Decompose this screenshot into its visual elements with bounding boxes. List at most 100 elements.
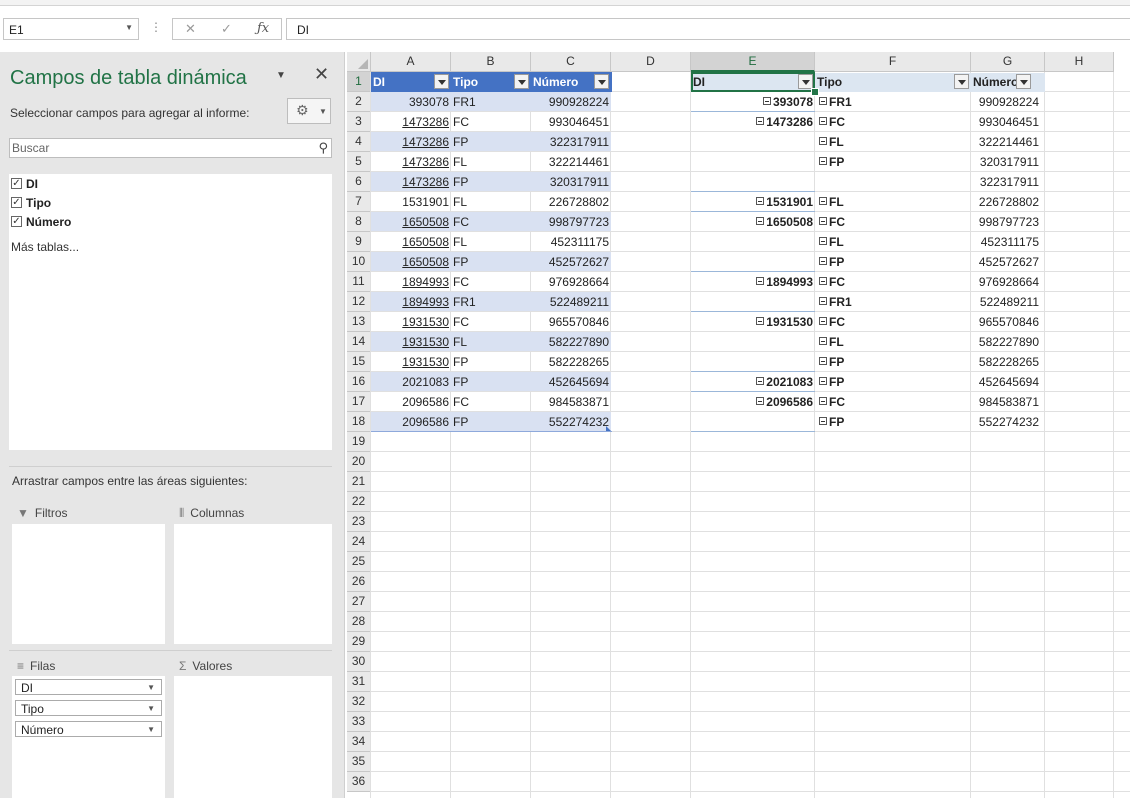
collapse-icon[interactable] <box>819 357 827 365</box>
pivot-row-di[interactable]: 393078 <box>691 92 815 112</box>
pivot-row-numero[interactable]: 976928664 <box>971 272 1041 292</box>
table-cell-di[interactable]: 1473286 <box>371 152 451 172</box>
fill-handle[interactable] <box>811 88 819 96</box>
collapse-icon[interactable] <box>762 97 771 105</box>
row-header[interactable]: 28 <box>347 612 371 632</box>
collapse-icon[interactable] <box>819 317 827 325</box>
worksheet-grid[interactable]: ABCDEFGH 1 2 3 4 5 6 7 8 9 10 11 12 13 14 15 16 17 18 19 20… <box>347 52 1130 798</box>
chevron-down-icon[interactable]: ▼ <box>147 725 155 734</box>
row-header[interactable]: 34 <box>347 732 371 752</box>
row-header[interactable]: 29 <box>347 632 371 652</box>
collapse-icon[interactable] <box>819 117 827 125</box>
row-header[interactable]: 14 <box>347 332 371 352</box>
pivot-row-tipo[interactable]: FC <box>817 312 971 332</box>
table-cell-tipo[interactable]: FP <box>451 412 531 432</box>
select-all-button[interactable] <box>347 52 371 72</box>
pivot-row-tipo[interactable]: FP <box>817 252 971 272</box>
table-cell-di[interactable]: 1894993 <box>371 272 451 292</box>
table-cell-numero[interactable]: 998797723 <box>531 212 611 232</box>
table-cell-tipo[interactable]: FL <box>451 332 531 352</box>
table-cell-numero[interactable]: 522489211 <box>531 292 611 312</box>
columns-drop-area[interactable] <box>174 524 332 644</box>
column-header-h[interactable]: H <box>1045 52 1114 72</box>
table-cell-numero[interactable]: 582228265 <box>531 352 611 372</box>
pivot-row-tipo[interactable]: FP <box>817 412 971 432</box>
pivot-row-tipo[interactable]: FC <box>817 212 971 232</box>
column-header-f[interactable]: F <box>815 52 971 72</box>
table-cell-numero[interactable]: 965570846 <box>531 312 611 332</box>
row-header[interactable]: 33 <box>347 712 371 732</box>
chevron-down-icon[interactable]: ▼ <box>147 704 155 713</box>
column-header-g[interactable]: G <box>971 52 1045 72</box>
values-drop-area[interactable] <box>174 676 332 798</box>
collapse-icon[interactable] <box>819 417 827 425</box>
check-icon[interactable]: ✓ <box>221 21 232 37</box>
pivot-row-di[interactable]: 1473286 <box>691 112 815 132</box>
pivot-row-tipo[interactable]: FC <box>817 272 971 292</box>
pivot-row-numero[interactable]: 582227890 <box>971 332 1041 352</box>
row-field-tipo[interactable]: Tipo ▼ <box>15 700 162 716</box>
row-header[interactable]: 7 <box>347 192 371 212</box>
row-header[interactable]: 6 <box>347 172 371 192</box>
table-cell-tipo[interactable]: FR1 <box>451 92 531 112</box>
collapse-icon[interactable] <box>819 217 827 225</box>
table-cell-numero[interactable]: 984583871 <box>531 392 611 412</box>
table-cell-tipo[interactable]: FC <box>451 312 531 332</box>
pivot-row-numero[interactable]: 998797723 <box>971 212 1041 232</box>
chevron-down-icon[interactable]: ▼ <box>147 683 155 692</box>
row-header[interactable]: 1 <box>347 72 371 92</box>
row-header[interactable]: 18 <box>347 412 371 432</box>
row-header[interactable]: 2 <box>347 92 371 112</box>
column-header-e[interactable]: E <box>691 52 815 72</box>
pivot-row-tipo[interactable]: FL <box>817 332 971 352</box>
row-header[interactable]: 16 <box>347 372 371 392</box>
table-cell-numero[interactable]: 452645694 <box>531 372 611 392</box>
filters-drop-area[interactable] <box>12 524 165 644</box>
table-cell-numero[interactable]: 990928224 <box>531 92 611 112</box>
checkbox-checked-icon[interactable]: ✓ <box>11 197 22 209</box>
pivot-row-numero[interactable]: 320317911 <box>971 152 1041 172</box>
row-header[interactable]: 24 <box>347 532 371 552</box>
table-cell-numero[interactable]: 552274232 <box>531 412 611 432</box>
pivot-row-tipo[interactable]: FR1 <box>817 292 971 312</box>
row-header[interactable]: 30 <box>347 652 371 672</box>
search-icon[interactable]: ⚲ <box>318 140 328 156</box>
table-cell-numero[interactable]: 993046451 <box>531 112 611 132</box>
table-cell-di[interactable]: 1931530 <box>371 312 451 332</box>
collapse-icon[interactable] <box>756 217 765 225</box>
table-cell-tipo[interactable]: FP <box>451 372 531 392</box>
chevron-down-icon[interactable]: ▼ <box>125 23 133 32</box>
table-cell-numero[interactable]: 452311175 <box>531 232 611 252</box>
table-cell-di[interactable]: 2021083 <box>371 372 451 392</box>
collapse-icon[interactable] <box>819 337 827 345</box>
table-cell-numero[interactable]: 322214461 <box>531 152 611 172</box>
row-header[interactable]: 9 <box>347 232 371 252</box>
row-header[interactable]: 31 <box>347 672 371 692</box>
pivot-row-tipo[interactable]: FL <box>817 132 971 152</box>
filter-dropdown-icon[interactable] <box>954 74 969 89</box>
collapse-icon[interactable] <box>819 397 827 405</box>
collapse-icon[interactable] <box>819 97 827 105</box>
table-cell-tipo[interactable]: FC <box>451 112 531 132</box>
pivot-row-tipo[interactable]: FC <box>817 112 971 132</box>
pivot-row-tipo[interactable]: FL <box>817 232 971 252</box>
field-tipo[interactable]: ✓ Tipo <box>11 196 51 212</box>
row-header[interactable]: 15 <box>347 352 371 372</box>
collapse-icon[interactable] <box>819 137 827 145</box>
column-header-c[interactable]: C <box>531 52 611 72</box>
pivot-header-cell[interactable]: Tipo <box>815 72 971 92</box>
table-cell-tipo[interactable]: FR1 <box>451 292 531 312</box>
row-header[interactable]: 23 <box>347 512 371 532</box>
pivot-row-di[interactable]: 1650508 <box>691 212 815 232</box>
name-box[interactable]: E1 ▼ <box>3 18 139 40</box>
pivot-row-tipo[interactable]: FP <box>817 372 971 392</box>
pivot-row-di[interactable]: 2021083 <box>691 372 815 392</box>
collapse-icon[interactable] <box>819 197 827 205</box>
more-options-icon[interactable]: ⋮ <box>150 20 162 34</box>
column-header-b[interactable]: B <box>451 52 531 72</box>
table-cell-di[interactable]: 1650508 <box>371 232 451 252</box>
pivot-row-numero[interactable]: 322317911 <box>971 172 1041 192</box>
table-cell-tipo[interactable]: FC <box>451 272 531 292</box>
search-input[interactable]: Buscar ⚲ <box>9 138 332 158</box>
collapse-icon[interactable] <box>819 377 827 385</box>
